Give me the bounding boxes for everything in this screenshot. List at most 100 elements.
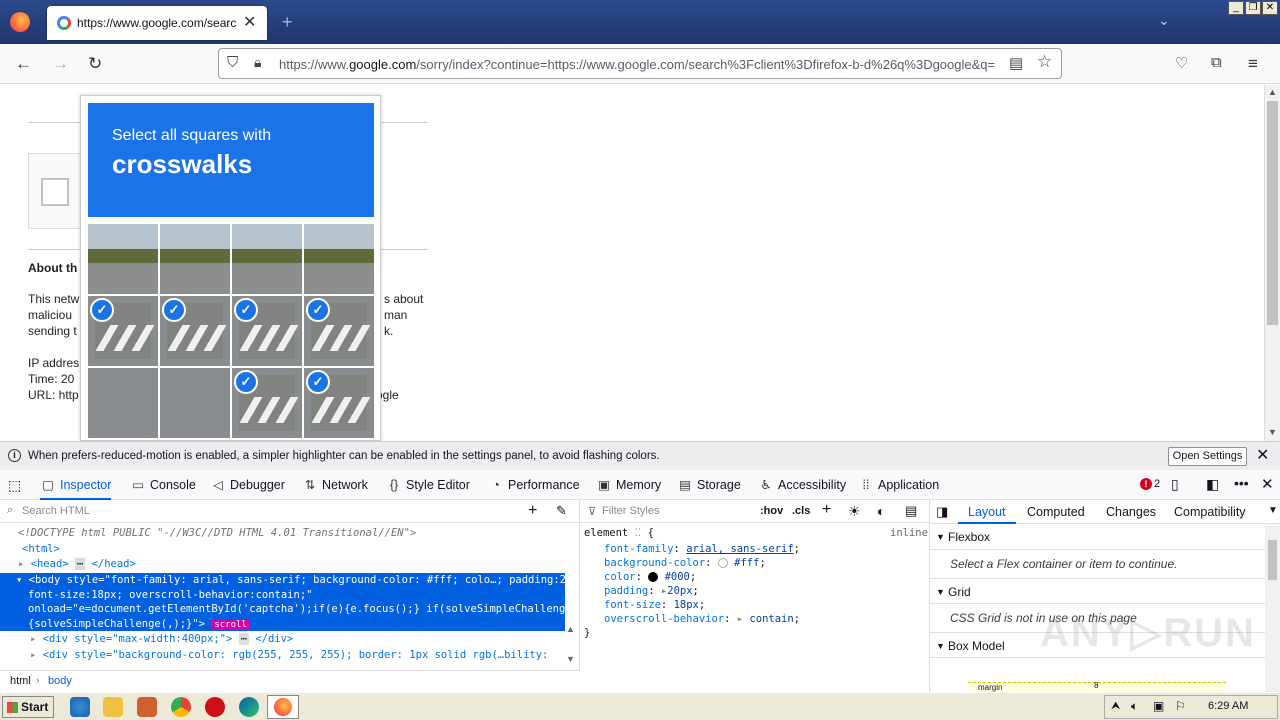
dark-mode-icon[interactable]: ◐ <box>877 503 885 519</box>
restore-window-button[interactable]: ❐ <box>1245 1 1261 15</box>
captcha-tile[interactable] <box>160 368 230 438</box>
forward-icon[interactable]: → <box>52 54 69 74</box>
internet-explorer-icon[interactable] <box>70 697 90 717</box>
doctype-node[interactable]: <!DOCTYPE html PUBLIC "-//W3C//DTD HTML … <box>18 527 416 539</box>
declaration[interactable]: padding: ▸20px; <box>604 585 699 597</box>
declaration[interactable]: font-size: 18px; <box>604 599 705 611</box>
declaration[interactable]: overscroll-behavior: ▸ contain; <box>604 613 800 625</box>
declaration[interactable]: color: #000; <box>604 571 696 583</box>
breadcrumb-html[interactable]: html <box>10 675 31 687</box>
dock-icon[interactable]: ◧ <box>1206 476 1219 493</box>
tab-accessibility[interactable]: ♿︎ Accessibility <box>758 470 846 500</box>
close-tab-icon[interactable]: ✕ <box>243 12 256 32</box>
tab-changes[interactable]: Changes <box>1106 500 1156 524</box>
head-node[interactable]: ▸ <head> ⋯ </head> <box>18 558 136 570</box>
edge-icon[interactable] <box>239 697 259 717</box>
reload-icon[interactable]: ↻ <box>88 54 102 74</box>
captcha-tile[interactable] <box>232 224 302 294</box>
print-media-icon[interactable]: ▤ <box>905 503 917 519</box>
start-button[interactable]: Start <box>2 696 54 718</box>
tray-expand-icon[interactable]: ⮝ <box>1111 700 1120 713</box>
flag-icon[interactable]: ⚐ <box>1175 699 1186 713</box>
extensions-icon[interactable]: ⧉ <box>1211 54 1222 71</box>
open-settings-button[interactable]: Open Settings <box>1168 447 1247 466</box>
close-notification-icon[interactable]: ✕ <box>1256 445 1269 465</box>
captcha-tile[interactable] <box>160 224 230 294</box>
tab-style-editor[interactable]: {} Style Editor <box>386 470 470 500</box>
firefox-icon[interactable] <box>10 12 30 32</box>
hov-button[interactable]: :hov <box>760 505 783 517</box>
volume-icon[interactable]: 🔈︎ <box>1131 699 1138 714</box>
media-player-icon[interactable] <box>137 697 157 717</box>
captcha-tile[interactable]: ✓ <box>232 368 302 438</box>
rule-selector[interactable]: element ⁚⁚ { <box>584 527 654 539</box>
responsive-design-icon[interactable]: ▯ <box>1171 476 1179 493</box>
close-devtools-icon[interactable]: ✕ <box>1261 475 1274 493</box>
captcha-tile[interactable]: ✓ <box>88 296 158 366</box>
tab-network[interactable]: ⇅ Network <box>302 470 368 500</box>
pocket-icon[interactable]: ♡ <box>1175 54 1188 72</box>
captcha-tile[interactable] <box>88 368 158 438</box>
declaration[interactable]: font-family: arial, sans-serif; <box>604 543 800 555</box>
network-tray-icon[interactable]: ▣ <box>1153 699 1164 713</box>
chrome-icon[interactable] <box>171 697 191 717</box>
captcha-tile[interactable]: ✓ <box>232 296 302 366</box>
color-swatch[interactable] <box>717 558 728 568</box>
eyedropper-icon[interactable]: ✎ <box>556 503 567 519</box>
toggle-sidebar-icon[interactable]: ◨ <box>936 504 948 520</box>
list-tabs-icon[interactable]: ⌄ <box>1158 12 1170 29</box>
filter-styles-input[interactable]: Filter Styles <box>602 505 659 517</box>
rule-source[interactable]: inline <box>890 527 928 539</box>
url-bar[interactable]: ⛉ 🔒︎ https://www.google.com/sorry/index?… <box>218 48 1062 79</box>
browser-tab[interactable]: https://www.google.com/search?c ✕ <box>47 6 267 40</box>
more-options-icon[interactable]: ••• <box>1234 475 1249 491</box>
tab-application[interactable]: ⁞⁞ Application <box>858 470 940 500</box>
captcha-tile[interactable] <box>304 224 374 294</box>
grid-section[interactable]: ▼ Grid <box>930 578 1265 604</box>
tab-performance[interactable]: ◔ Performance <box>488 470 579 500</box>
tab-compatibility[interactable]: Compatibility <box>1174 500 1246 524</box>
captcha-tile[interactable] <box>88 224 158 294</box>
tab-console[interactable]: ▭ Console <box>130 470 196 500</box>
back-icon[interactable]: ← <box>15 54 32 74</box>
color-swatch[interactable] <box>648 572 659 582</box>
recaptcha-checkbox[interactable] <box>41 178 69 206</box>
bookmark-star-icon[interactable]: ☆ <box>1037 52 1052 72</box>
error-count[interactable]: 2 <box>1154 478 1160 490</box>
captcha-tile[interactable]: ✓ <box>304 368 374 438</box>
add-node-icon[interactable]: + <box>528 502 537 520</box>
light-mode-icon[interactable]: ☀ <box>848 503 861 520</box>
close-window-button[interactable]: ✕ <box>1262 1 1278 15</box>
scrollbar-thumb[interactable] <box>1267 101 1278 325</box>
shield-icon[interactable]: ⛉ <box>227 54 238 71</box>
new-tab-icon[interactable]: + <box>282 12 293 33</box>
scroll-up-icon[interactable]: ▲ <box>566 624 575 634</box>
element-picker-icon[interactable]: ⬚ <box>8 477 21 494</box>
tab-memory[interactable]: ▣ Memory <box>596 470 661 500</box>
declaration[interactable]: background-color: #fff; <box>604 557 766 569</box>
add-rule-icon[interactable]: + <box>822 501 831 519</box>
captcha-tile[interactable]: ✓ <box>304 296 374 366</box>
html-node[interactable]: <html> <box>22 543 60 555</box>
breadcrumb-body[interactable]: body <box>48 675 72 687</box>
menu-icon[interactable]: ≡ <box>1248 54 1258 74</box>
folder-icon[interactable] <box>103 697 123 717</box>
body-node-selected[interactable]: ▾ <body style="font-family: arial, sans-… <box>0 573 591 631</box>
scroll-down-icon[interactable]: ▼ <box>566 654 575 664</box>
lock-icon[interactable]: 🔒︎ <box>254 54 261 71</box>
tab-computed[interactable]: Computed <box>1027 500 1085 524</box>
captcha-tile[interactable]: ✓ <box>160 296 230 366</box>
tab-layout[interactable]: Layout <box>958 500 1016 524</box>
reader-view-icon[interactable]: ▤ <box>1009 54 1023 72</box>
tab-inspector[interactable]: ▢ Inspector <box>40 470 112 500</box>
flexbox-section[interactable]: ▼ Flexbox <box>930 524 1265 550</box>
error-icon[interactable]: ! <box>1140 478 1152 490</box>
url-text[interactable]: https://www.google.com/sorry/index?conti… <box>279 57 1005 72</box>
search-html-input[interactable]: Search HTML <box>22 505 90 517</box>
tab-storage[interactable]: ▤ Storage <box>677 470 741 500</box>
layout-scrollbar[interactable] <box>1265 526 1280 692</box>
div-node[interactable]: ▸ <div style="background-color: rgb(255,… <box>30 649 548 661</box>
opera-icon[interactable] <box>205 697 225 717</box>
page-scrollbar[interactable]: ▲ ▼ <box>1264 85 1280 441</box>
tab-debugger[interactable]: ◁ Debugger <box>210 470 285 500</box>
